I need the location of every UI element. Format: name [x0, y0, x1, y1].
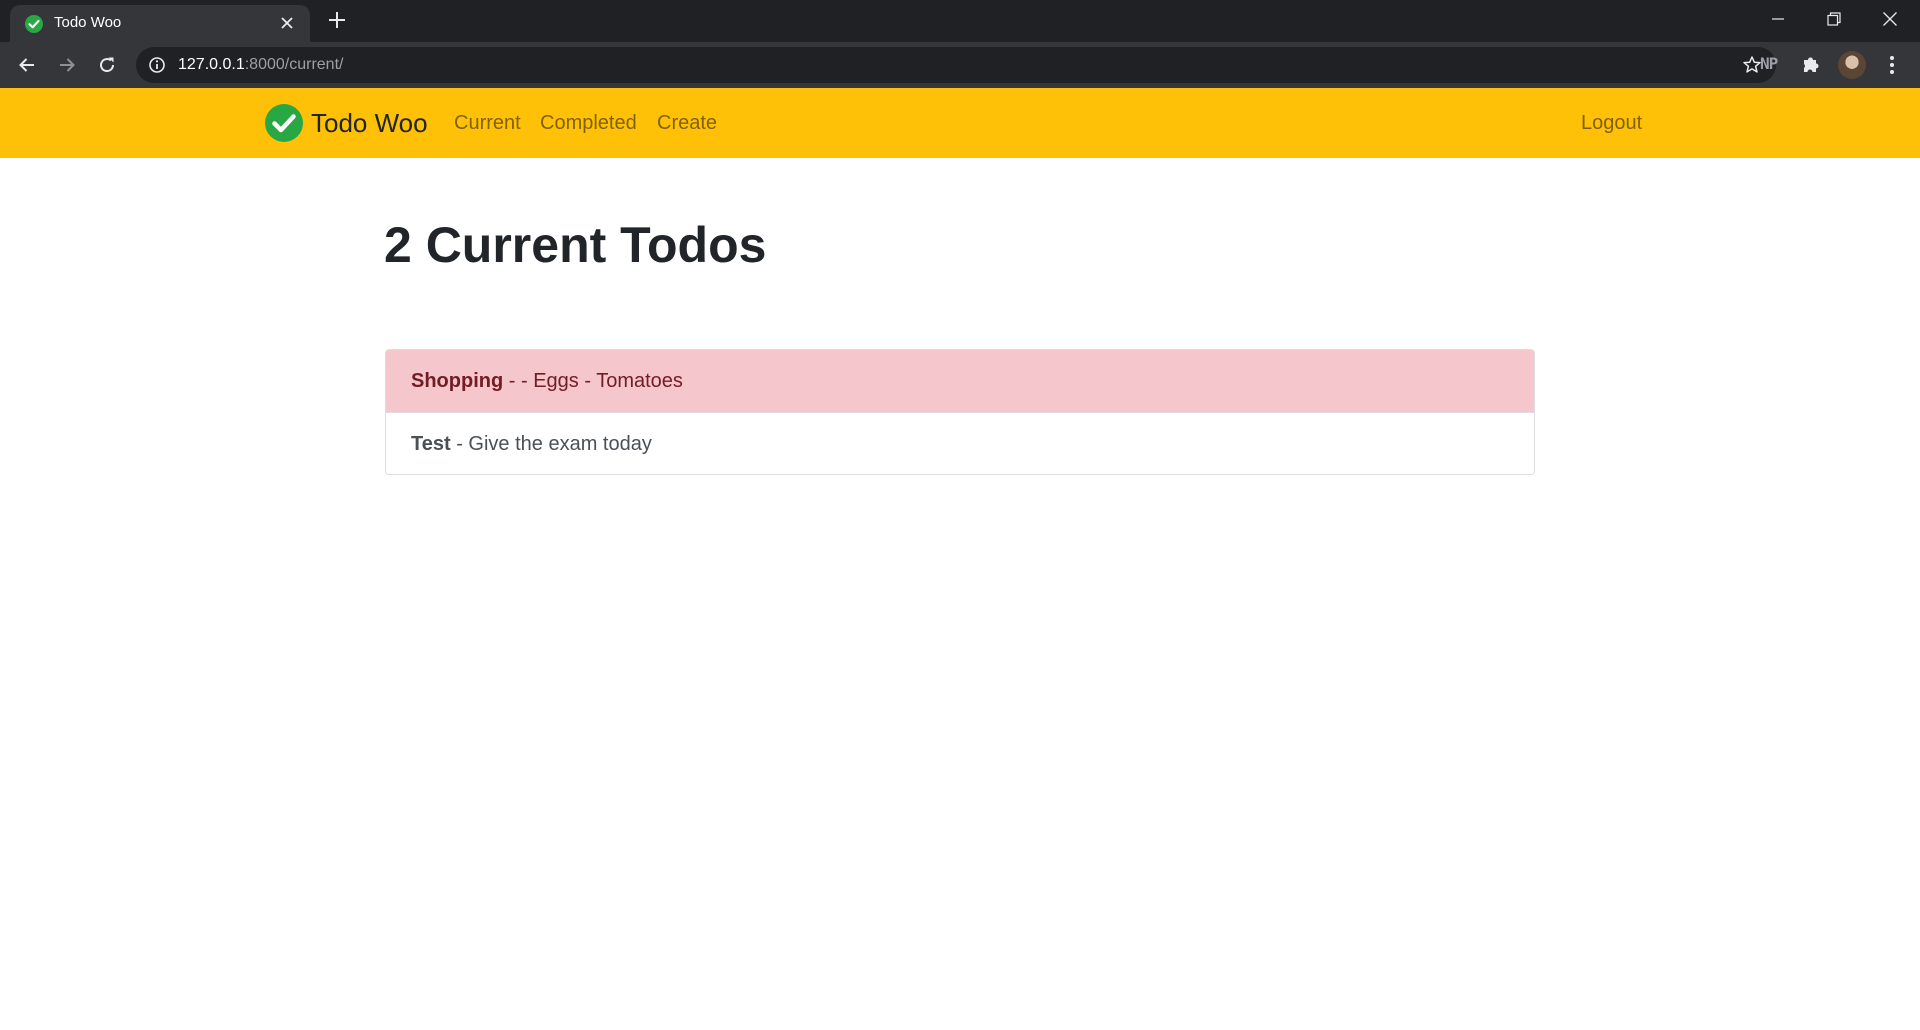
- url-path: :8000/current/: [244, 56, 344, 73]
- tab-title: Todo Woo: [54, 14, 122, 31]
- info-icon[interactable]: [148, 56, 166, 74]
- restore-icon: [1827, 12, 1841, 26]
- todo-memo: Give the exam today: [468, 433, 652, 455]
- url-text: 127.0.0.1:8000/current/: [178, 56, 343, 74]
- close-window-button[interactable]: [1862, 0, 1918, 38]
- forward-button[interactable]: [51, 49, 83, 81]
- nav-link-create[interactable]: Create: [657, 112, 717, 135]
- nav-link-completed[interactable]: Completed: [540, 112, 637, 135]
- todo-list: Shopping - - Eggs - Tomatoes Test - Give…: [385, 349, 1535, 475]
- todo-memo: - Eggs - Tomatoes: [520, 370, 683, 392]
- restore-button[interactable]: [1806, 0, 1862, 38]
- minimize-button[interactable]: [1750, 0, 1806, 38]
- todo-item-shopping[interactable]: Shopping - - Eggs - Tomatoes: [386, 350, 1534, 412]
- close-window-icon: [1883, 12, 1897, 26]
- todo-title: Test: [411, 433, 451, 455]
- nav-link-current[interactable]: Current: [454, 112, 521, 135]
- brand-link[interactable]: Todo Woo: [265, 104, 428, 142]
- more-menu-icon[interactable]: [1884, 54, 1900, 76]
- check-circle-icon: [25, 15, 43, 33]
- todo-item-test[interactable]: Test - Give the exam today: [386, 412, 1534, 474]
- check-circle-logo-icon: [265, 104, 303, 142]
- bookmark-star-icon[interactable]: [1742, 55, 1762, 75]
- arrow-right-icon: [60, 58, 75, 72]
- arrow-left-icon: [19, 58, 34, 72]
- reload-button[interactable]: [91, 49, 123, 81]
- address-bar[interactable]: 127.0.0.1:8000/current/: [136, 47, 1776, 83]
- todo-title: Shopping: [411, 370, 504, 392]
- browser-toolbar: 127.0.0.1:8000/current/ NP: [0, 42, 1920, 88]
- url-host: 127.0.0.1: [178, 56, 245, 73]
- profile-avatar[interactable]: [1838, 51, 1866, 79]
- minimize-icon: [1772, 18, 1784, 20]
- logout-link[interactable]: Logout: [1581, 112, 1642, 135]
- todo-separator: -: [450, 433, 469, 455]
- back-button[interactable]: [11, 49, 43, 81]
- browser-tabstrip: Todo Woo: [0, 0, 1920, 42]
- todo-separator: -: [503, 370, 521, 392]
- close-icon[interactable]: [278, 14, 296, 32]
- extension-np[interactable]: NP: [1760, 54, 1778, 73]
- page-title: 2 Current Todos: [384, 217, 767, 273]
- brand-name: Todo Woo: [311, 107, 428, 138]
- extensions-puzzle-icon[interactable]: [1800, 54, 1822, 76]
- browser-tab[interactable]: Todo Woo: [10, 5, 310, 42]
- reload-icon: [100, 57, 115, 73]
- site-navbar: Todo Woo Current Completed Create Logout: [0, 88, 1920, 158]
- new-tab-plus-icon[interactable]: [326, 9, 348, 31]
